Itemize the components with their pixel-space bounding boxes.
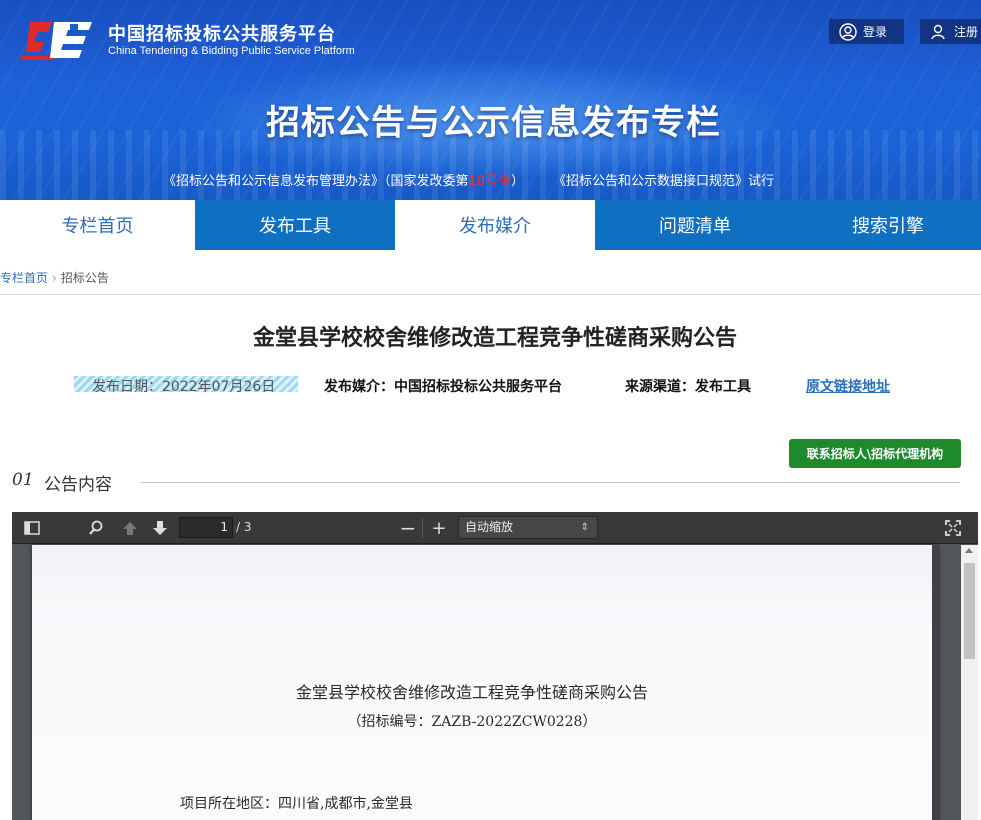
- next-page-icon[interactable]: [151, 519, 169, 537]
- search-icon[interactable]: [87, 519, 105, 537]
- header-banner: 中国招标投标公共服务平台 China Tendering & Bidding P…: [0, 0, 981, 200]
- pdf-page: 金堂县学校校舍维修改造工程竞争性磋商采购公告 （招标编号：ZAZB-2022ZC…: [32, 545, 938, 820]
- zoom-out-icon[interactable]: −: [399, 516, 417, 540]
- zoom-value: 自动缩放: [465, 520, 514, 534]
- main-nav: 专栏首页 发布工具 发布媒介 问题清单 搜索引擎: [0, 200, 981, 250]
- pdf-page-project-region: 项目所在地区：四川省,成都市,金堂县: [180, 796, 413, 812]
- platform-logo[interactable]: [22, 18, 96, 62]
- contact-tenderer-button[interactable]: 联系招标人\招标代理机构: [789, 439, 961, 468]
- nav-search-engine[interactable]: 搜索引擎: [795, 200, 981, 250]
- page-number-input[interactable]: 1: [179, 517, 233, 538]
- original-link[interactable]: 原文链接地址: [806, 376, 890, 396]
- notice-text-1: 《招标公告和公示信息发布管理办法》（国家发改委第: [163, 174, 469, 189]
- site-name-en: China Tendering & Bidding Public Service…: [108, 45, 355, 57]
- breadcrumb-home[interactable]: 专栏首页: [0, 271, 48, 285]
- user-circle-icon: [839, 22, 857, 41]
- divider: [0, 294, 981, 295]
- login-label: 登录: [863, 25, 888, 39]
- nav-home[interactable]: 专栏首页: [0, 200, 195, 250]
- pdf-toolbar: 1 / 3 − + 自动缩放 ⇕: [12, 512, 978, 544]
- scroll-thumb[interactable]: [964, 563, 975, 659]
- toolbar-separator: [422, 518, 423, 538]
- register-label: 注册: [954, 25, 979, 39]
- site-name: 中国招标投标公共服务平台: [108, 24, 336, 45]
- breadcrumb-current: 招标公告: [60, 271, 109, 285]
- section-heading: 公告内容: [44, 475, 112, 495]
- page-title: 金堂县学校校舍维修改造工程竞争性磋商采购公告: [252, 326, 737, 351]
- fullscreen-icon[interactable]: [944, 519, 962, 537]
- chevron-right-icon: ›: [52, 271, 57, 285]
- banner-notice[interactable]: 《招标公告和公示信息发布管理办法》（国家发改委第10号令） 《招标公告和公示数据…: [163, 170, 774, 189]
- page-edge: [932, 545, 940, 820]
- zoom-in-icon[interactable]: +: [430, 518, 448, 539]
- pdf-viewer: 1 / 3 − + 自动缩放 ⇕ 金堂县学校校舍维修改造工程竞争性磋商采购公告 …: [12, 512, 978, 820]
- nav-faq[interactable]: 问题清单: [595, 200, 795, 250]
- notice-order-number: 10号令: [468, 174, 512, 189]
- previous-page-icon[interactable]: [121, 519, 139, 537]
- publish-date: 发布日期：2022年07月26日: [74, 376, 298, 395]
- breadcrumb: 专栏首页 › 招标公告: [0, 269, 109, 286]
- pdf-page-title: 金堂县学校校舍维修改造工程竞争性磋商采购公告: [295, 683, 648, 702]
- page-total: / 3: [236, 520, 252, 534]
- pdf-scrollbar[interactable]: [961, 545, 978, 820]
- nav-publish-media[interactable]: 发布媒介: [395, 200, 595, 250]
- banner-title: 招标公告与公示信息发布专栏: [266, 103, 721, 143]
- user-add-icon: [931, 24, 945, 39]
- select-arrows-icon: ⇕: [580, 522, 589, 533]
- section-number: 01: [12, 470, 34, 490]
- section-divider: [140, 482, 960, 483]
- login-button[interactable]: 登录: [829, 19, 904, 44]
- zoom-select[interactable]: 自动缩放 ⇕: [458, 516, 598, 539]
- source-channel: 来源渠道：发布工具: [625, 379, 751, 395]
- pdf-page-tender-number: （招标编号：ZAZB-2022ZCW0228）: [347, 714, 597, 730]
- publish-media: 发布媒介：中国招标投标公共服务平台: [324, 379, 562, 395]
- register-button[interactable]: 注册: [920, 19, 981, 44]
- sidebar-toggle-icon[interactable]: [23, 519, 41, 537]
- scroll-up-icon[interactable]: [965, 548, 973, 553]
- notice-text-2: ） 《招标公告和公示数据接口规范》试行: [511, 174, 774, 189]
- nav-publish-tools[interactable]: 发布工具: [195, 200, 395, 250]
